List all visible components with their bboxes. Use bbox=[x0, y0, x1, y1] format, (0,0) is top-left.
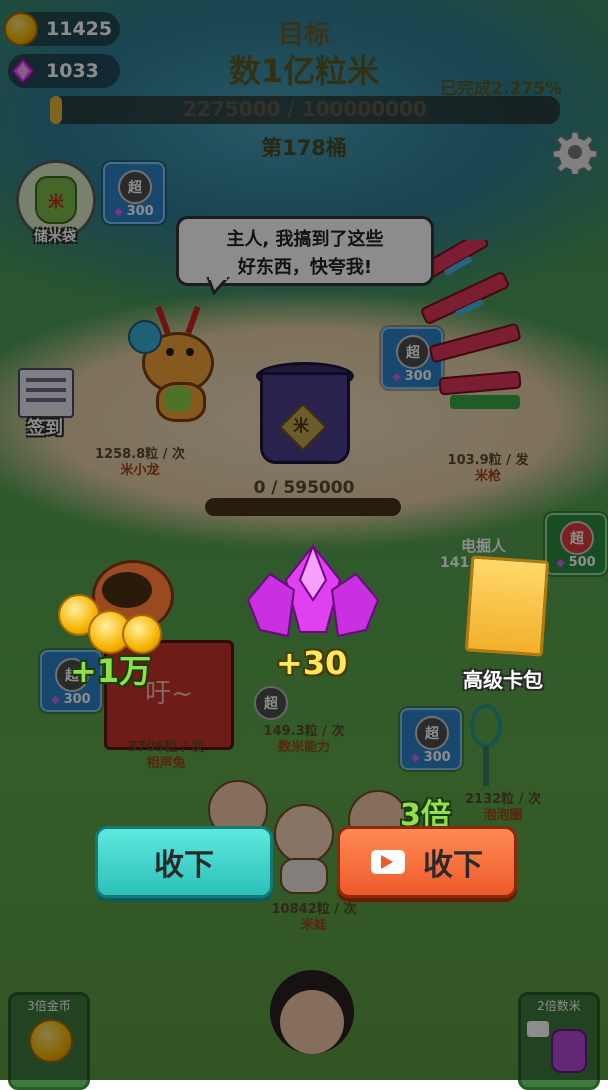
video-icon bbox=[371, 850, 405, 874]
gem-reward-amount: +30 bbox=[276, 644, 348, 682]
collect-button[interactable]: 收下 bbox=[95, 826, 273, 898]
card-pack-reward bbox=[464, 555, 550, 657]
collect-label: 收下 bbox=[154, 848, 214, 883]
coin-pot-reward bbox=[52, 560, 174, 656]
card-pack-label: 高级卡包 bbox=[463, 668, 543, 692]
collect-video-label: 收下 bbox=[423, 848, 483, 883]
gem-cluster-reward bbox=[246, 543, 380, 638]
collect-triple-video-button[interactable]: 收下 bbox=[337, 826, 517, 898]
coin-reward-amount: +1万 bbox=[70, 652, 152, 690]
